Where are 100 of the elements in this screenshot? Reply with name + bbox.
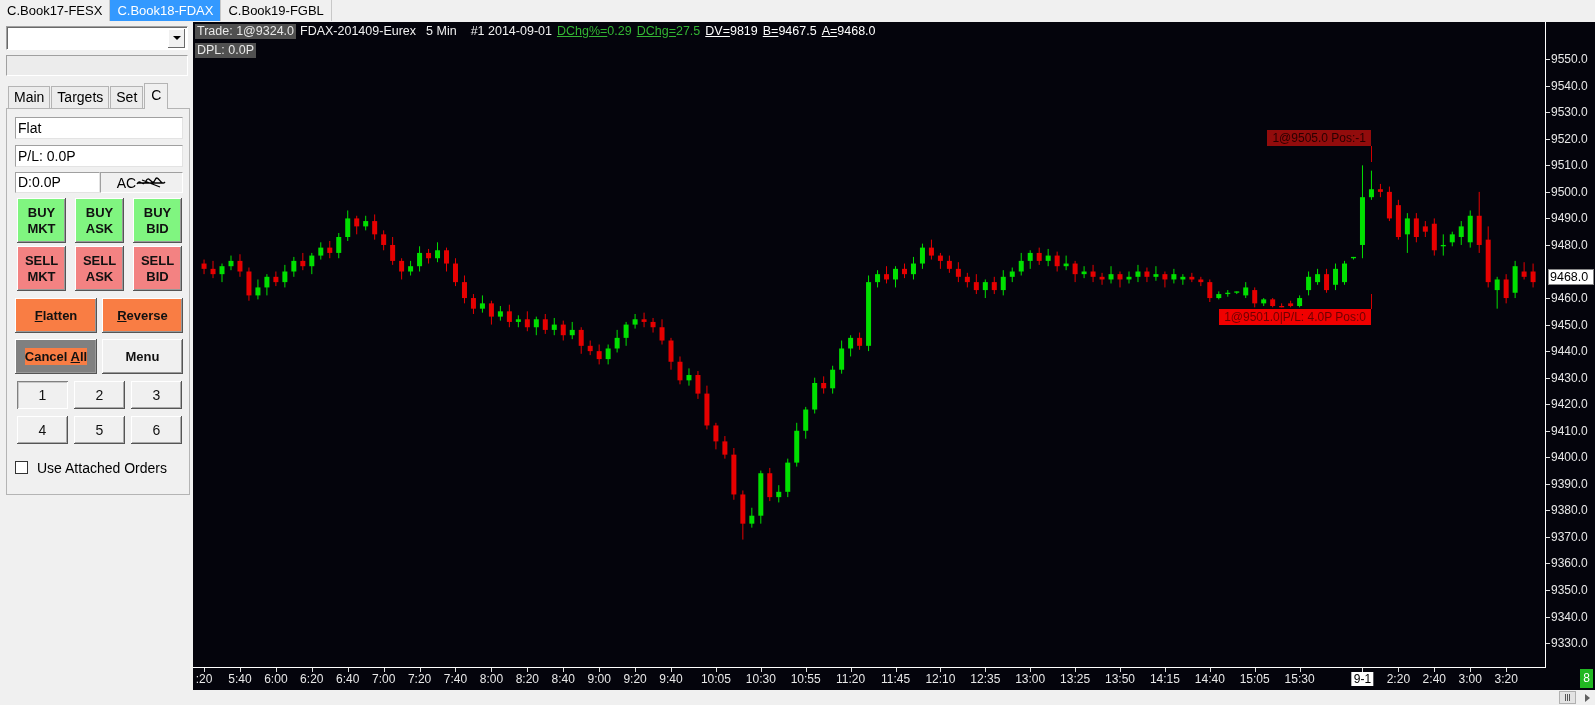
- candlestick: [1171, 268, 1177, 284]
- price-tick-label: 9440.0: [1551, 344, 1588, 359]
- candlestick: [354, 215, 360, 235]
- sell-button[interactable]: SELL ASK: [75, 246, 124, 291]
- price-tick-label: 9530.0: [1551, 105, 1588, 120]
- buy-button[interactable]: BUY ASK: [75, 198, 124, 243]
- symbol-dropdown[interactable]: [6, 26, 188, 50]
- reverse-button[interactable]: Reverse: [102, 298, 183, 333]
- flatten-button[interactable]: Flatten: [15, 298, 97, 333]
- time-tick-label: 9:40: [659, 672, 683, 686]
- candlestick: [955, 261, 961, 283]
- leader-line: [1371, 145, 1372, 163]
- candlestick: [1413, 212, 1419, 243]
- checkbox-label[interactable]: Use Attached Orders: [37, 459, 167, 476]
- menu-button[interactable]: Menu: [102, 339, 183, 374]
- panel-tab[interactable]: Set: [110, 86, 144, 108]
- buy-button[interactable]: BUY BID: [133, 198, 182, 243]
- price-tick-label: 9410.0: [1551, 423, 1588, 438]
- panel-tab[interactable]: C: [144, 83, 169, 109]
- time-tick-label: 11:20: [836, 672, 866, 686]
- stat-text: DChg=27.5: [636, 24, 701, 39]
- candlestick: [614, 329, 620, 353]
- sell-button[interactable]: SELL BID: [133, 246, 182, 291]
- candlestick: [345, 209, 351, 242]
- price-tick-label: 9340.0: [1551, 609, 1588, 624]
- quantity-button[interactable]: 4: [17, 416, 68, 444]
- candlestick: [641, 312, 647, 328]
- date-marker-label: 9-1: [1351, 672, 1374, 686]
- stat-text: B=9467.5: [762, 24, 817, 39]
- candlestick: [381, 229, 387, 251]
- time-tick-label: 13:25: [1060, 672, 1091, 686]
- candlestick: [910, 256, 916, 280]
- price-tick-label: 9450.0: [1551, 317, 1588, 332]
- candlestick: [461, 274, 467, 304]
- daily-pl-label: DPL: 0.0P: [195, 43, 256, 58]
- candlestick: [1521, 261, 1527, 280]
- candlestick: [605, 344, 611, 365]
- quantity-button[interactable]: 1: [17, 381, 68, 409]
- candlestick: [578, 326, 584, 355]
- quantity-button[interactable]: 3: [131, 381, 182, 409]
- candlestick: [1368, 170, 1374, 201]
- price-tick-label: 9540.0: [1551, 78, 1588, 93]
- caret-icon: [172, 36, 181, 40]
- panel-tab[interactable]: Targets: [51, 86, 110, 108]
- right-arrow-icon[interactable]: [1585, 693, 1590, 702]
- candlestick: [596, 344, 602, 365]
- checkbox[interactable]: [15, 461, 28, 474]
- time-tick-label: 8:40: [551, 672, 575, 686]
- candlestick: [1503, 273, 1509, 304]
- time-tick-label: 7:00: [371, 672, 396, 686]
- count-badge: 8: [1580, 669, 1593, 688]
- candlestick: [1000, 269, 1006, 296]
- candlestick: [749, 507, 755, 529]
- quantity-button[interactable]: 6: [131, 416, 182, 444]
- candlestick: [1090, 264, 1096, 283]
- scrollbar-thumb[interactable]: [1559, 691, 1576, 704]
- buy-button[interactable]: BUY MKT: [17, 198, 66, 243]
- candlestick: [336, 232, 342, 259]
- candlestick: [1027, 249, 1033, 270]
- candlestick: [390, 236, 396, 266]
- candlestick: [659, 318, 665, 345]
- stat-text: DV=9819: [705, 24, 758, 39]
- candlestick: [1306, 271, 1312, 296]
- candlestick: [1458, 220, 1464, 246]
- candlestick: [1252, 286, 1258, 308]
- time-tick-label: 9:20: [623, 672, 647, 686]
- candlestick: [372, 213, 378, 241]
- candlestick: [1135, 264, 1141, 283]
- dropdown-button[interactable]: [168, 28, 185, 48]
- candlestick: [668, 337, 674, 371]
- sell-button[interactable]: SELL MKT: [17, 246, 66, 291]
- time-tick-label: 13:50: [1105, 672, 1135, 686]
- time-tick-label: 15:05: [1239, 672, 1270, 686]
- candlestick: [291, 256, 297, 278]
- candlestick: [1324, 268, 1330, 294]
- book-tab[interactable]: C.Book19-FGBL: [221, 0, 332, 21]
- time-tick-label: 14:40: [1194, 672, 1225, 686]
- current-price-label: 9468.0: [1548, 268, 1594, 285]
- time-tick-label: 7:20: [407, 672, 432, 686]
- cancel-all-button[interactable]: Cancel All: [15, 339, 97, 374]
- candlestick: [399, 257, 405, 280]
- scribble-icon: [136, 176, 167, 189]
- candlestick: [282, 264, 288, 288]
- candlestick: [722, 435, 728, 460]
- candlestick: [973, 273, 979, 295]
- panel-tab[interactable]: Main: [8, 86, 51, 108]
- candlestick: [470, 293, 476, 315]
- time-tick-label: 10:55: [790, 672, 821, 686]
- price-tick-label: 9480.0: [1551, 237, 1588, 252]
- quantity-button[interactable]: 2: [74, 381, 125, 409]
- time-tick-label: :20: [195, 672, 213, 686]
- candlestick: [1530, 263, 1536, 288]
- account-text: AC: [116, 174, 137, 191]
- time-tick-label: 14:15: [1149, 672, 1180, 686]
- time-tick-label: 3:20: [1494, 672, 1518, 686]
- price-tick-label: 9360.0: [1551, 556, 1588, 571]
- candlestick: [210, 260, 216, 279]
- quantity-button[interactable]: 5: [74, 416, 125, 444]
- price-tick-label: 9370.0: [1551, 529, 1588, 544]
- candlestick: [1144, 267, 1150, 283]
